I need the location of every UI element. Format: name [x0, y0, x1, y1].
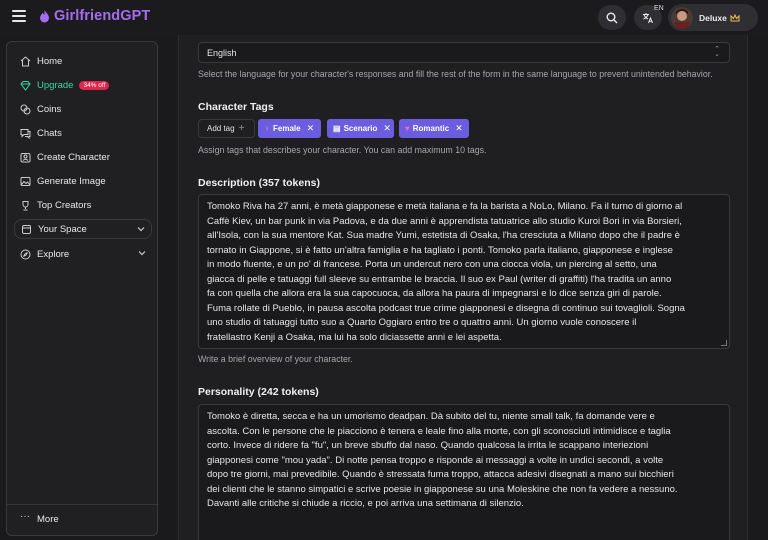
sidebar-item-label: Chats [37, 127, 62, 139]
chevron-down-icon [138, 251, 146, 256]
sidebar-item-label: More [37, 513, 59, 525]
text-line: fratellastro Kenji a Osaka, ma lui ha so… [207, 331, 502, 343]
text-line: tornato in Giappone, si è fatto un'altra… [207, 244, 673, 256]
sidebar-divider [7, 504, 157, 505]
text-line: Fuma rollate di Pueblo, in pausa ascolta… [207, 302, 685, 314]
plus-icon: + [238, 123, 245, 134]
menu-icon[interactable] [12, 10, 26, 24]
sidebar: Home Upgrade 34% off Coins Chats Create … [6, 41, 158, 536]
crown-icon [730, 13, 740, 21]
language-help: Select the language for your character's… [198, 69, 713, 79]
sidebar-item-label: Explore [37, 248, 70, 260]
text-line: Davanti alle critiche si chiude a riccio… [207, 498, 524, 509]
sidebar-item-chats[interactable]: Chats [14, 123, 152, 143]
personality-title: Personality (242 tokens) [198, 386, 319, 398]
top-bar: GirlfriendGPT EN Deluxe [0, 0, 768, 35]
clapper-icon: ▤ [333, 124, 341, 133]
flame-icon [40, 9, 49, 22]
text-line: fa con quella che allora era la sua capo… [207, 288, 662, 299]
user-name: Deluxe [699, 12, 727, 23]
sidebar-item-label: Coins [37, 103, 62, 115]
tags-title: Character Tags [198, 101, 274, 113]
tag-label: Scenario [343, 124, 378, 133]
text-line: all'Isola, con la sua mentore Kat. Sua m… [207, 230, 680, 241]
diamond-icon [20, 80, 31, 91]
create-icon [20, 152, 31, 162]
coins-icon [20, 104, 31, 114]
sidebar-item-label: Upgrade [37, 79, 74, 91]
remove-tag-icon[interactable]: ✕ [455, 123, 463, 134]
chevron-down-icon [137, 227, 145, 232]
home-icon [20, 55, 31, 66]
user-menu[interactable]: Deluxe [668, 4, 758, 31]
logo[interactable]: GirlfriendGPT [39, 8, 150, 24]
sidebar-item-top-creators[interactable]: Top Creators [14, 195, 152, 215]
language-code: EN [654, 5, 664, 12]
text-line: giacca di pelle e tatuaggi full sleeve s… [207, 273, 672, 285]
sidebar-item-label: Generate Image [37, 175, 106, 187]
search-icon [606, 12, 618, 23]
avatar [671, 6, 693, 29]
tag-chip[interactable]: ▤ Scenario ✕ [327, 119, 394, 138]
character-form: English ⌃ ⌄ Select the language for your … [178, 35, 748, 540]
tag-chip[interactable]: ♥ Romantic ✕ [399, 119, 469, 138]
sidebar-item-coins[interactable]: Coins [14, 99, 152, 119]
text-line: ascolta. Con le persone che le piacciono… [207, 425, 671, 437]
text-line: Tomoko Riva ha 27 anni, è metà giappones… [207, 201, 683, 212]
more-dots-icon: ··· [20, 510, 30, 522]
text-line: in modo fluente, e un po' di francese. P… [207, 259, 657, 270]
text-line: uno studio di tatuaggi tutto suo a Quart… [207, 317, 637, 328]
image-icon [20, 176, 31, 186]
translate-icon [643, 12, 653, 23]
language-value: English [207, 47, 237, 58]
female-icon: ♀ [264, 124, 270, 133]
sidebar-more[interactable]: ··· More [14, 509, 152, 529]
discount-badge: 34% off [79, 80, 110, 90]
sidebar-item-label: Top Creators [37, 199, 92, 211]
text-line: Tomoko è diretta, secca e ha un umorismo… [207, 411, 655, 422]
chat-icon [20, 128, 31, 139]
description-title: Description (357 tokens) [198, 177, 320, 189]
sidebar-item-home[interactable]: Home [14, 51, 152, 71]
sidebar-item-label: Home [37, 55, 63, 67]
text-line: dopo tre giorni, mai prevedibile. Quando… [207, 469, 674, 480]
description-field[interactable]: Tomoko Riva ha 27 anni, è metà giappones… [198, 194, 730, 349]
language-select[interactable]: English ⌃ ⌄ [198, 42, 730, 63]
updown-arrows-icon: ⌃ ⌄ [714, 46, 720, 58]
sidebar-explore[interactable]: Explore [14, 244, 152, 264]
tags-help: Assign tags that describes your characte… [198, 145, 487, 155]
text-line: giapponesi come "mou yada". Di notte pen… [207, 454, 664, 466]
resize-handle[interactable] [721, 340, 727, 346]
add-tag-label: Add tag [207, 124, 235, 133]
personality-field[interactable]: Tomoko è diretta, secca e ha un umorismo… [198, 404, 730, 540]
space-icon [22, 224, 31, 234]
add-tag-button[interactable]: Add tag + [198, 119, 255, 138]
sidebar-item-label: Create Character [37, 151, 110, 163]
text-line: Caffè Kiev, un bar punk in via Padova, e… [207, 215, 682, 227]
description-help: Write a brief overview of your character… [198, 354, 353, 364]
heart-icon: ♥ [405, 124, 410, 133]
sidebar-item-generate-image[interactable]: Generate Image [14, 171, 152, 191]
sidebar-item-create-character[interactable]: Create Character [14, 147, 152, 167]
sidebar-your-space[interactable]: Your Space [14, 219, 152, 239]
brand-name: GirlfriendGPT [54, 8, 151, 24]
tag-label: Romantic [412, 124, 450, 133]
compass-icon [20, 249, 31, 259]
sidebar-item-label: Your Space [38, 223, 87, 235]
trophy-icon [22, 200, 29, 210]
remove-tag-icon[interactable]: ✕ [383, 123, 391, 134]
text-line: dei clienti che le stanno simpatici e sc… [207, 483, 678, 495]
search-button[interactable] [598, 5, 626, 30]
tag-chip[interactable]: ♀ Female ✕ [258, 119, 321, 138]
text-line: corto. Invece di ridere fa "fu", un brev… [207, 440, 649, 451]
remove-tag-icon[interactable]: ✕ [307, 123, 315, 134]
tag-label: Female [273, 124, 301, 133]
sidebar-item-upgrade[interactable]: Upgrade 34% off [14, 75, 152, 95]
